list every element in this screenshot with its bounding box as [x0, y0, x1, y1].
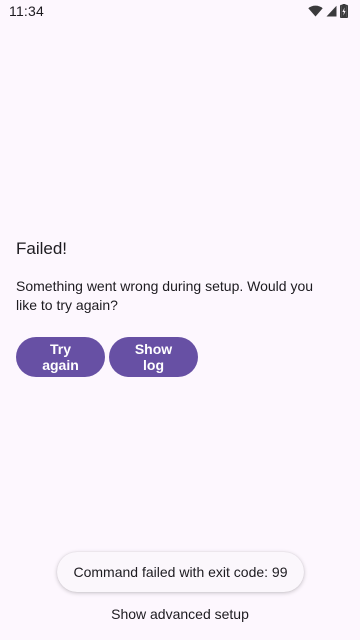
cell-signal-icon: [326, 5, 337, 17]
setup-failed-panel: Failed! Something went wrong during setu…: [16, 238, 344, 377]
page-title: Failed!: [16, 239, 68, 258]
status-bar: 11:34: [0, 0, 360, 24]
wifi-icon: [308, 5, 323, 17]
battery-charging-icon: [340, 4, 348, 18]
action-buttons: Try again Show log: [16, 337, 344, 377]
toast-message: Command failed with exit code: 99: [57, 552, 304, 592]
show-log-button[interactable]: Show log: [109, 337, 198, 377]
status-icons: [308, 4, 348, 18]
error-message: Something went wrong during setup. Would…: [16, 278, 314, 313]
try-again-button[interactable]: Try again: [16, 337, 105, 377]
show-advanced-setup-link[interactable]: Show advanced setup: [0, 606, 360, 622]
status-time: 11:34: [9, 3, 44, 19]
